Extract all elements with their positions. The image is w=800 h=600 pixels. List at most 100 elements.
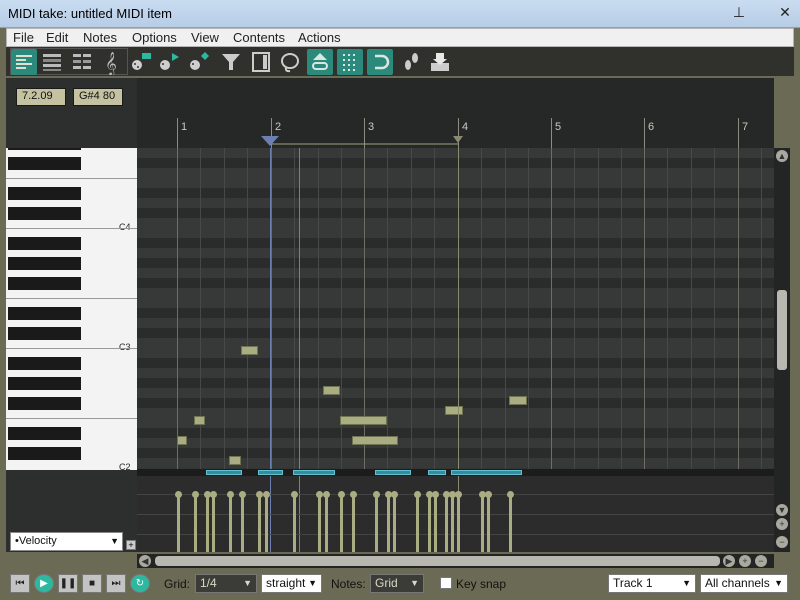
midi-note[interactable] — [323, 386, 340, 395]
scroll-up-icon[interactable]: ▲ — [776, 150, 788, 162]
velocity-handle[interactable] — [291, 491, 298, 498]
velocity-handle[interactable] — [455, 491, 462, 498]
lasso-icon[interactable] — [277, 49, 303, 75]
midi-note[interactable] — [177, 436, 187, 445]
pin-icon[interactable]: ⊥ — [730, 4, 748, 22]
black-key[interactable] — [8, 307, 81, 320]
velocity-bar[interactable] — [258, 494, 261, 552]
track-select[interactable]: Track 1 ▼ — [608, 574, 696, 593]
velocity-bar[interactable] — [416, 494, 419, 552]
velocity-bar[interactable] — [229, 494, 232, 552]
step-input-icon[interactable] — [156, 49, 182, 75]
velocity-bar[interactable] — [318, 494, 321, 552]
link-icon[interactable] — [307, 49, 333, 75]
black-key[interactable] — [8, 327, 81, 340]
h-zoom-in-icon[interactable]: + — [739, 555, 751, 567]
velocity-bar[interactable] — [393, 494, 396, 552]
piano-keyboard[interactable]: C4 C3 C2 — [6, 148, 137, 470]
menu-actions[interactable]: Actions — [298, 30, 341, 45]
save-down-icon[interactable] — [427, 49, 453, 75]
velocity-handle[interactable] — [175, 491, 182, 498]
grid-snap-icon[interactable] — [337, 49, 363, 75]
velocity-handle[interactable] — [227, 491, 234, 498]
velocity-handle[interactable] — [485, 491, 492, 498]
channel-select[interactable]: All channels ▼ — [700, 574, 788, 593]
play-icon[interactable]: ▶ — [34, 574, 54, 593]
midi-note[interactable] — [445, 406, 463, 415]
horizontal-scroll-thumb[interactable] — [155, 556, 720, 566]
velocity-bar[interactable] — [487, 494, 490, 552]
stop-icon[interactable]: ■ — [82, 574, 102, 593]
black-key[interactable] — [8, 397, 81, 410]
velocity-bar[interactable] — [206, 494, 209, 552]
menu-notes[interactable]: Notes — [83, 30, 117, 45]
velocity-bar[interactable] — [451, 494, 454, 552]
midi-note[interactable] — [229, 456, 241, 465]
go-to-start-icon[interactable]: ⏮ — [10, 574, 30, 593]
swing-select[interactable]: straight ▼ — [261, 574, 322, 593]
timeline-ruler[interactable]: 1 2 3 4 5 6 7 — [137, 78, 774, 148]
event-list-icon[interactable] — [248, 49, 274, 75]
velocity-handle[interactable] — [316, 491, 323, 498]
menu-file[interactable]: File — [13, 30, 34, 45]
velocity-bar[interactable] — [509, 494, 512, 552]
black-key[interactable] — [8, 148, 81, 150]
menu-contents[interactable]: Contents — [233, 30, 285, 45]
velocity-bar[interactable] — [241, 494, 244, 552]
midi-note[interactable] — [509, 396, 527, 405]
velocity-bar[interactable] — [352, 494, 355, 552]
black-key[interactable] — [8, 157, 81, 170]
treble-clef-icon[interactable]: 𝄞 — [98, 49, 124, 76]
loop-icon[interactable] — [367, 49, 393, 75]
velocity-handle[interactable] — [338, 491, 345, 498]
velocity-bar[interactable] — [387, 494, 390, 552]
velocity-bar[interactable] — [194, 494, 197, 552]
scroll-down-icon[interactable]: ▼ — [776, 504, 788, 516]
velocity-bar[interactable] — [428, 494, 431, 552]
velocity-handle[interactable] — [263, 491, 270, 498]
velocity-handle[interactable] — [391, 491, 398, 498]
black-key[interactable] — [8, 427, 81, 440]
vertical-scrollbar[interactable]: ▲ ▼ + − — [774, 148, 790, 552]
velocity-bar[interactable] — [177, 494, 180, 552]
note-grid[interactable] — [137, 148, 774, 470]
go-to-end-icon[interactable]: ⏭ — [106, 574, 126, 593]
midi-note[interactable] — [194, 416, 205, 425]
velocity-bar[interactable] — [445, 494, 448, 552]
velocity-bar[interactable] — [325, 494, 328, 552]
midi-note[interactable] — [352, 436, 398, 445]
repeat-icon[interactable]: ↻ — [130, 574, 150, 593]
piano-roll-icon[interactable] — [11, 49, 37, 75]
black-key[interactable] — [8, 357, 81, 370]
velocity-handle[interactable] — [350, 491, 357, 498]
velocity-bar[interactable] — [212, 494, 215, 552]
grid-select[interactable]: 1/4 ▼ — [195, 574, 257, 593]
velocity-handle[interactable] — [256, 491, 263, 498]
velocity-lane-select[interactable]: •Velocity ▼ — [10, 532, 123, 551]
velocity-bar[interactable] — [434, 494, 437, 552]
black-key[interactable] — [8, 277, 81, 290]
velocity-handle[interactable] — [323, 491, 330, 498]
midi-note[interactable] — [340, 416, 387, 425]
color-palette-icon[interactable] — [186, 49, 212, 75]
add-lane-button[interactable]: + — [126, 540, 136, 550]
black-key[interactable] — [8, 377, 81, 390]
velocity-handle[interactable] — [432, 491, 439, 498]
h-zoom-out-icon[interactable]: − — [755, 555, 767, 567]
velocity-bar[interactable] — [265, 494, 268, 552]
key-snap-checkbox[interactable] — [440, 577, 452, 589]
velocity-handle[interactable] — [373, 491, 380, 498]
insert-note-icon[interactable] — [128, 49, 154, 75]
velocity-handle[interactable] — [192, 491, 199, 498]
velocity-bar[interactable] — [457, 494, 460, 552]
black-key[interactable] — [8, 257, 81, 270]
midi-note[interactable] — [241, 346, 258, 355]
scroll-right-icon[interactable]: ▶ — [723, 555, 735, 567]
pause-icon[interactable]: ❚❚ — [58, 574, 78, 593]
black-key[interactable] — [8, 207, 81, 220]
velocity-bar[interactable] — [340, 494, 343, 552]
velocity-handle[interactable] — [507, 491, 514, 498]
notes-select[interactable]: Grid ▼ — [370, 574, 424, 593]
vertical-scroll-thumb[interactable] — [777, 290, 787, 370]
velocity-handle[interactable] — [414, 491, 421, 498]
